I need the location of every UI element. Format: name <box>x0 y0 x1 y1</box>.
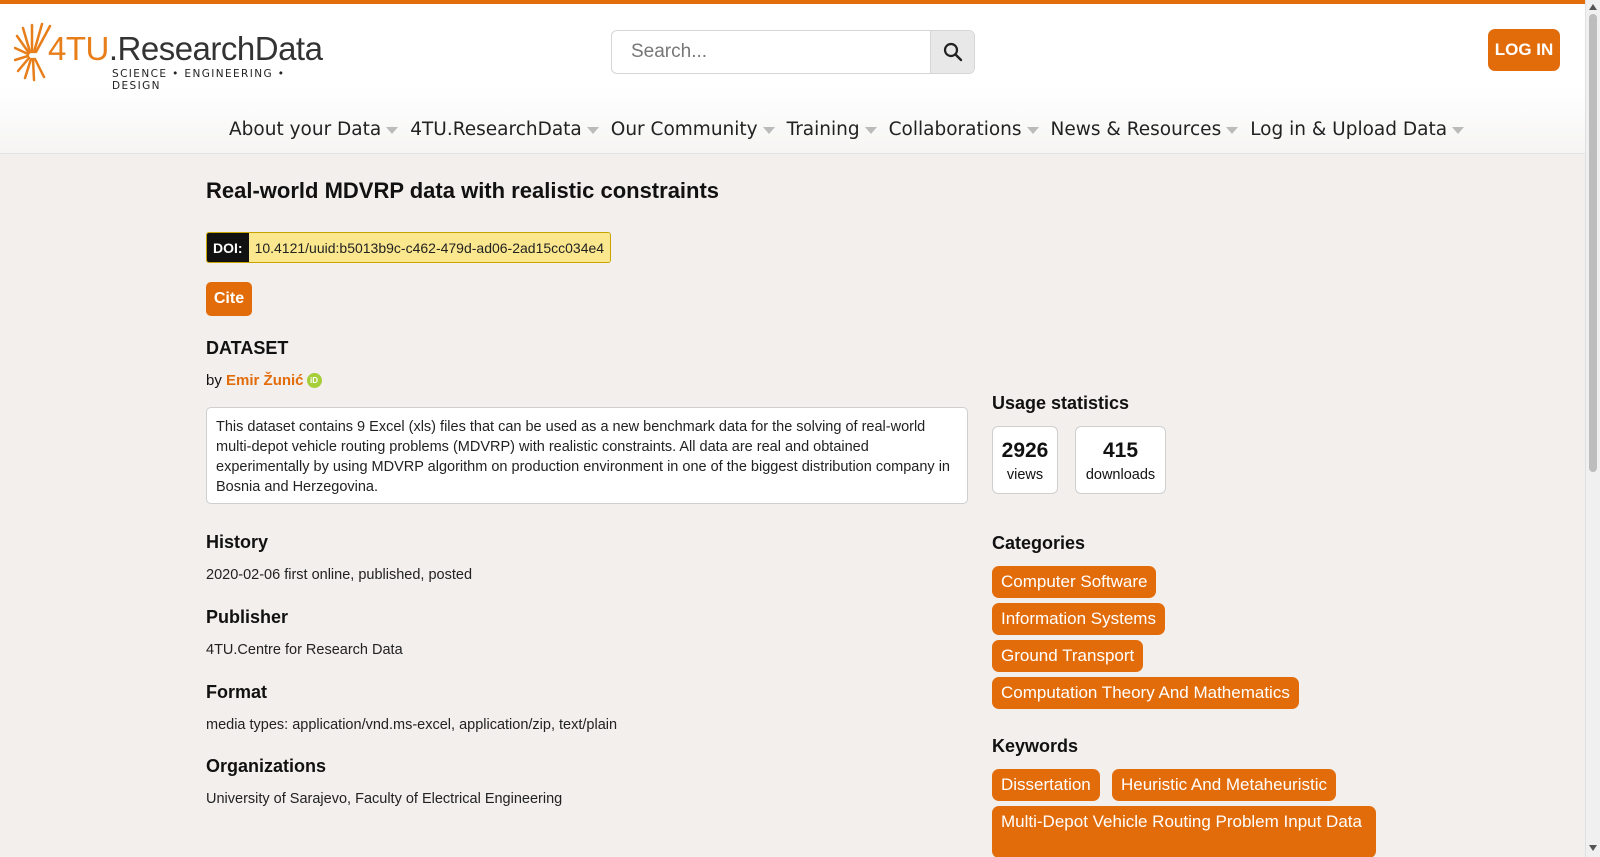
scrollbar-thumb[interactable] <box>1589 14 1597 472</box>
page-scrollbar[interactable] <box>1585 0 1600 857</box>
nav-label: Our Community <box>610 119 758 140</box>
orcid-icon[interactable]: iD <box>306 373 322 388</box>
login-button[interactable]: LOG IN <box>1488 29 1560 71</box>
category-tag[interactable]: Ground Transport <box>992 640 1144 672</box>
site-logo[interactable]: 4TU.ResearchData SCIENCE • ENGINEERING •… <box>14 20 323 92</box>
chevron-down-icon <box>864 127 877 134</box>
site-header: 4TU.ResearchData SCIENCE • ENGINEERING •… <box>0 4 1585 154</box>
main-nav: About your Data 4TU.ResearchData Our Com… <box>229 119 1476 140</box>
views-label: views <box>1006 467 1044 483</box>
nav-label: Training <box>786 119 860 140</box>
nav-label: Collaborations <box>888 119 1022 140</box>
nav-news-resources[interactable]: News & Resources <box>1051 119 1239 140</box>
publisher-value: 4TU.Centre for Research Data <box>206 642 403 658</box>
doi-label: DOI: <box>207 233 249 262</box>
chevron-down-icon <box>1026 127 1039 134</box>
chevron-down-icon <box>386 127 399 134</box>
nav-our-community[interactable]: Our Community <box>611 119 775 140</box>
publisher-heading: Publisher <box>206 607 289 627</box>
category-tag[interactable]: Computation Theory And Mathematics <box>992 677 1299 709</box>
category-tag[interactable]: Computer Software <box>992 566 1157 598</box>
views-count: 2926 <box>1001 439 1049 462</box>
nav-label: 4TU.ResearchData <box>410 119 582 140</box>
logo-prefix: 4TU <box>48 30 109 67</box>
dataset-description: This dataset contains 9 Excel (xls) file… <box>206 407 968 504</box>
author-link[interactable]: Emir Žunić <box>226 372 304 389</box>
search-button[interactable] <box>930 31 974 73</box>
search-icon <box>943 42 962 62</box>
keyword-tag[interactable]: Dissertation <box>992 769 1100 801</box>
format-value: media types: application/vnd.ms-excel, a… <box>206 717 618 733</box>
categories-heading: Categories <box>992 533 1086 553</box>
chevron-down-icon <box>1452 127 1465 134</box>
scroll-up-arrow-icon[interactable] <box>1589 4 1597 10</box>
views-stat: 2926 views <box>992 426 1058 494</box>
logo-suffix: .ResearchData <box>108 30 323 67</box>
keyword-tag[interactable]: Multi-Depot Vehicle Routing Problem Inpu… <box>992 806 1376 857</box>
doi-badge: DOI: 10.4121/uuid:b5013b9c-c462-479d-ad0… <box>206 232 612 263</box>
cite-button[interactable]: Cite <box>206 282 252 316</box>
chevron-down-icon <box>762 127 775 134</box>
nav-4tu-researchdata[interactable]: 4TU.ResearchData <box>410 119 599 140</box>
nav-collaborations[interactable]: Collaborations <box>889 119 1039 140</box>
nav-login-upload[interactable]: Log in & Upload Data <box>1250 119 1465 140</box>
chevron-down-icon <box>586 127 599 134</box>
nav-training[interactable]: Training <box>787 119 877 140</box>
organizations-value: University of Sarajevo, Faculty of Elect… <box>206 791 563 807</box>
history-heading: History <box>206 532 269 552</box>
category-tag[interactable]: Information Systems <box>992 603 1165 635</box>
organizations-heading: Organizations <box>206 756 327 776</box>
downloads-stat: 415 downloads <box>1075 426 1166 494</box>
search-box <box>611 30 975 74</box>
logo-tagline: SCIENCE • ENGINEERING • DESIGN <box>112 68 286 92</box>
downloads-count: 415 <box>1102 439 1139 462</box>
keyword-tag[interactable]: Heuristic And Metaheuristic <box>1112 769 1336 801</box>
usage-statistics-heading: Usage statistics <box>992 393 1130 413</box>
nav-label: News & Resources <box>1050 119 1222 140</box>
main-content: Real-world MDVRP data with realistic con… <box>206 178 968 204</box>
format-heading: Format <box>206 682 268 702</box>
nav-label: About your Data <box>229 119 382 140</box>
search-input[interactable] <box>612 31 930 73</box>
page-title: Real-world MDVRP data with realistic con… <box>206 178 720 203</box>
item-type-label: DATASET <box>206 338 289 358</box>
nav-label: Log in & Upload Data <box>1250 119 1448 140</box>
history-value: 2020-02-06 first online, published, post… <box>206 567 473 583</box>
keywords-heading: Keywords <box>992 736 1079 756</box>
nav-about-your-data[interactable]: About your Data <box>229 119 399 140</box>
doi-link[interactable]: 10.4121/uuid:b5013b9c-c462-479d-ad06-2ad… <box>248 233 611 262</box>
logo-wordmark: 4TU.ResearchData <box>48 30 323 68</box>
chevron-down-icon <box>1226 127 1239 134</box>
author-line: by Emir Žunić iD <box>206 372 322 389</box>
by-prefix: by <box>206 372 222 389</box>
scroll-down-arrow-icon[interactable] <box>1589 845 1597 851</box>
downloads-label: downloads <box>1085 467 1156 483</box>
